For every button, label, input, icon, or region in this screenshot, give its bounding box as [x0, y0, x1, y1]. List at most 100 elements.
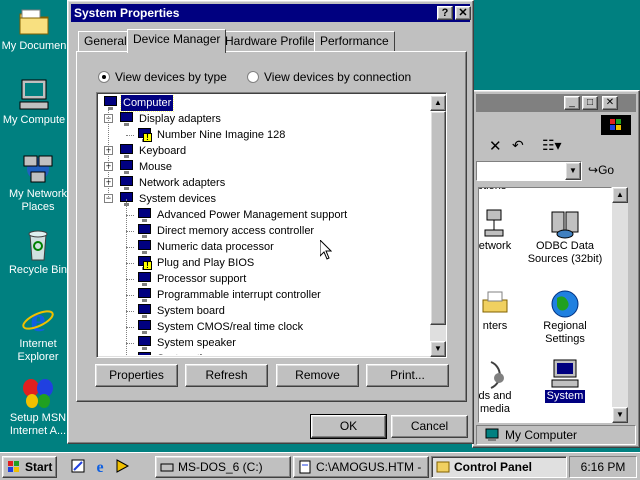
printer-icon [479, 288, 525, 320]
device-icon [137, 208, 153, 222]
device-tree-item[interactable]: Advanced Power Management support [99, 207, 429, 223]
device-tree-item[interactable]: Processor support [99, 271, 429, 287]
scroll-down-button[interactable]: ▼ [430, 341, 446, 357]
device-tree-label: Advanced Power Management support [157, 209, 348, 221]
scroll-down-button[interactable]: ▼ [612, 407, 628, 423]
device-tree-label: Mouse [139, 161, 173, 173]
properties-button[interactable]: Properties [95, 364, 178, 387]
device-tree-label: Processor support [157, 273, 247, 285]
close-button[interactable]: ✕ [455, 6, 471, 20]
remove-button[interactable]: Remove [276, 364, 359, 387]
device-icon [119, 160, 135, 174]
device-tree-item[interactable]: Programmable interrupt controller [99, 287, 429, 303]
go-button[interactable]: ↪Go [588, 163, 614, 177]
print-button[interactable]: Print... [366, 364, 449, 387]
dialog-titlebar[interactable]: System Properties ? ✕ [71, 4, 471, 22]
tree-connector-line [126, 199, 127, 355]
device-tree-item[interactable]: Direct memory access controller [99, 223, 429, 239]
device-tree-item[interactable]: ! Plug and Play BIOS [99, 255, 429, 271]
desktop-icon-my-computer[interactable]: My Compute [0, 78, 74, 127]
control-panel-item-partial: ptions [479, 188, 517, 193]
device-tree-list[interactable]: Computer − Display adapters! Number Nine Im… [96, 92, 447, 358]
close-button[interactable]: ✕ [602, 96, 618, 110]
go-arrow-icon: ↪ [588, 163, 599, 177]
device-tree-item[interactable]: + Mouse [99, 159, 429, 175]
svg-text:e: e [96, 459, 103, 474]
internet-explorer-icon: e [21, 302, 55, 339]
control-panel-window[interactable]: _ □ ✕ ✕ ↶ ☷▾ ▼ ↪Go ptions etwork [472, 90, 640, 448]
scroll-up-button[interactable]: ▲ [430, 95, 446, 111]
device-tree-item[interactable]: System CMOS/real time clock [99, 319, 429, 335]
address-dropdown-button[interactable]: ▼ [565, 162, 581, 180]
taskbar-button-control-panel[interactable]: Control Panel [431, 456, 567, 478]
minimize-button[interactable]: _ [564, 96, 580, 110]
device-tree-label: Plug and Play BIOS [157, 257, 255, 269]
control-panel-status-bar: My Computer [476, 425, 636, 445]
start-button[interactable]: Start [2, 456, 57, 478]
device-tree: Computer − Display adapters! Number Nine Im… [99, 95, 429, 355]
ok-button[interactable]: OK [310, 414, 387, 439]
device-icon [137, 288, 153, 302]
system-properties-dialog[interactable]: System Properties ? ✕ General Device Man… [67, 0, 474, 444]
quick-launch-media-icon[interactable] [114, 458, 130, 474]
device-tree-item[interactable]: Numeric data processor [99, 239, 429, 255]
radio-view-by-connection[interactable]: View devices by connection [247, 70, 411, 84]
device-tree-item[interactable]: System board [99, 303, 429, 319]
device-tree-item[interactable]: + Network adapters [99, 175, 429, 191]
delete-icon[interactable]: ✕ [489, 137, 502, 155]
radio-button-selected[interactable] [98, 71, 110, 83]
system-tray-clock[interactable]: 6:16 PM [569, 456, 637, 478]
tab-hardware-profiles[interactable]: Hardware Profiles [219, 31, 327, 51]
scroll-up-button[interactable]: ▲ [612, 187, 628, 203]
taskbar-button-ms-dos[interactable]: MS-DOS_6 (C:) [155, 456, 291, 478]
radio-button[interactable] [247, 71, 259, 83]
quick-launch-edit-icon[interactable] [70, 458, 86, 474]
device-tree-item[interactable]: ! Number Nine Imagine 128 [99, 127, 429, 143]
computer-icon [485, 428, 499, 442]
device-tree-label: Programmable interrupt controller [157, 289, 321, 301]
device-tree-item[interactable]: − System devices [99, 191, 429, 207]
device-tree-item[interactable]: Computer [99, 95, 429, 112]
tree-connector-line [126, 231, 134, 232]
device-tree-scrollbar[interactable]: ▲ ▼ [430, 95, 446, 357]
status-text: My Computer [505, 428, 578, 442]
tree-connector-line [126, 135, 134, 136]
undo-icon[interactable]: ↶ [512, 137, 524, 154]
device-tree-item[interactable]: − Display adapters [99, 111, 429, 127]
device-icon [137, 224, 153, 238]
device-tree-item[interactable]: + Keyboard [99, 143, 429, 159]
help-button[interactable]: ? [437, 6, 453, 20]
tab-performance[interactable]: Performance [314, 31, 395, 51]
device-tree-item[interactable]: System timer [99, 351, 429, 355]
refresh-button[interactable]: Refresh [185, 364, 268, 387]
device-tree-label: Keyboard [139, 145, 187, 157]
control-panel-scrollbar[interactable]: ▲ ▼ [612, 187, 628, 423]
tree-connector-line [126, 247, 134, 248]
msn-butterfly-icon [21, 376, 55, 410]
svg-text:e: e [30, 302, 45, 336]
control-panel-toolbar: ✕ ↶ ☷▾ [476, 135, 636, 157]
control-panel-item-printers[interactable]: nters [479, 288, 525, 333]
document-icon [298, 460, 312, 474]
tab-device-manager[interactable]: Device Manager [127, 29, 227, 53]
device-tree-item[interactable]: System speaker [99, 335, 429, 351]
control-panel-item-odbc[interactable]: ODBC Data Sources (32bit) [515, 208, 611, 266]
views-icon[interactable]: ☷▾ [542, 137, 562, 154]
scroll-thumb[interactable] [430, 111, 446, 325]
maximize-button[interactable]: □ [582, 96, 598, 110]
quick-launch-ie-icon[interactable]: e [92, 458, 108, 476]
tab-general[interactable]: General [78, 31, 133, 51]
control-panel-titlebar[interactable]: _ □ ✕ [476, 94, 636, 112]
device-icon [119, 144, 135, 158]
device-manager-panel: View devices by type View devices by con… [76, 51, 467, 402]
globe-icon [525, 288, 605, 320]
cancel-button[interactable]: Cancel [391, 415, 468, 438]
desktop-icon-my-documents[interactable]: My Documen [0, 4, 74, 53]
control-panel-item-sounds[interactable]: ds and media [479, 358, 525, 416]
address-bar: ▼ ↪Go [476, 161, 636, 183]
taskbar-button-amogus[interactable]: C:\AMOGUS.HTM - [293, 456, 429, 478]
control-panel-item-system[interactable]: System [535, 358, 595, 403]
address-input[interactable]: ▼ [476, 161, 582, 181]
radio-view-by-type[interactable]: View devices by type [98, 70, 227, 84]
control-panel-item-regional-settings[interactable]: Regional Settings [525, 288, 605, 346]
